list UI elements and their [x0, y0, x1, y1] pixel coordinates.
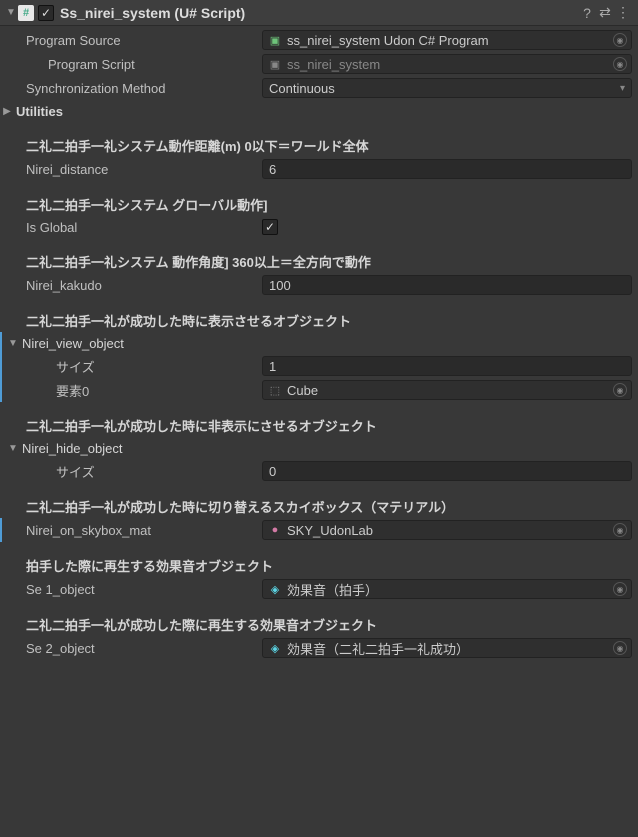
preset-icon[interactable]: ⇄ [596, 4, 614, 21]
program-source-row: Program Source ▣ ss_nirei_system Udon C#… [0, 28, 638, 52]
component-title: Ss_nirei_system (U# Script) [60, 5, 578, 21]
sync-method-row: Synchronization Method Continuous [0, 76, 638, 100]
utilities-label: Utilities [14, 104, 632, 119]
asset-icon: ▣ [269, 34, 281, 46]
global-row: Is Global [0, 216, 638, 238]
se1-header: 拍手した際に再生する効果音オブジェクト [0, 554, 638, 577]
se1-field[interactable]: ◈ 効果音（拍手） [262, 579, 632, 599]
viewobj-elem0-row: 要素0 ⬚ Cube [0, 378, 638, 402]
se2-header: 二礼二拍手一礼が成功した際に再生する効果音オブジェクト [0, 613, 638, 636]
script-asset-icon: ▣ [269, 58, 281, 70]
prefab-icon: ◈ [269, 642, 281, 654]
viewobj-foldout[interactable]: ▼ [6, 338, 20, 349]
object-picker-icon[interactable] [613, 582, 627, 596]
program-source-value: ss_nirei_system Udon C# Program [287, 33, 489, 48]
hideobj-label: Nirei_hide_object [20, 441, 632, 456]
se2-field[interactable]: ◈ 効果音（二礼二拍手一礼成功） [262, 638, 632, 658]
distance-row: Nirei_distance 6 [0, 157, 638, 181]
kakudo-header: 二礼二拍手一礼システム 動作角度] 360以上＝全方向で動作 [0, 250, 638, 273]
hideobj-header: 二礼二拍手一礼が成功した時に非表示にさせるオブジェクト [0, 414, 638, 437]
viewobj-header: 二礼二拍手一礼が成功した時に表示させるオブジェクト [0, 309, 638, 332]
context-menu-icon[interactable]: ⋮ [614, 4, 632, 21]
program-script-label: Program Script [18, 57, 262, 72]
distance-label: Nirei_distance [18, 162, 262, 177]
distance-header: 二礼二拍手一礼システム動作距離(m) 0以下＝ワールド全体 [0, 134, 638, 157]
header-foldout[interactable]: ▼ [6, 7, 18, 18]
viewobj-size-label: サイズ [48, 357, 262, 376]
viewobj-label: Nirei_view_object [20, 336, 632, 351]
utilities-foldout[interactable]: ▶ [0, 106, 14, 117]
is-global-checkbox[interactable] [262, 219, 278, 235]
se1-row: Se 1_object ◈ 効果音（拍手） [0, 577, 638, 601]
component-enable-checkbox[interactable] [38, 5, 54, 21]
se2-row: Se 2_object ◈ 効果音（二礼二拍手一礼成功） [0, 636, 638, 660]
hideobj-foldout[interactable]: ▼ [6, 443, 20, 454]
viewobj-size-row: サイズ 1 [0, 354, 638, 378]
sync-method-label: Synchronization Method [18, 81, 262, 96]
script-icon: # [18, 5, 34, 21]
skybox-label: Nirei_on_skybox_mat [18, 523, 262, 538]
global-header: 二礼二拍手一礼システム グローバル動作] [0, 193, 638, 216]
hideobj-size-row: サイズ 0 [0, 459, 638, 483]
hideobj-foldout-row[interactable]: ▼ Nirei_hide_object [0, 437, 638, 459]
viewobj-foldout-row[interactable]: ▼ Nirei_view_object [0, 332, 638, 354]
inspector-body: Program Source ▣ ss_nirei_system Udon C#… [0, 26, 638, 670]
hideobj-size-label: サイズ [48, 462, 262, 481]
program-script-value: ss_nirei_system [287, 57, 380, 72]
se2-label: Se 2_object [18, 641, 262, 656]
global-label: Is Global [18, 220, 262, 235]
object-picker-icon[interactable] [613, 57, 627, 71]
object-picker-icon[interactable] [613, 641, 627, 655]
distance-field[interactable]: 6 [262, 159, 632, 179]
viewobj-size-field[interactable]: 1 [262, 356, 632, 376]
object-picker-icon[interactable] [613, 33, 627, 47]
skybox-row: Nirei_on_skybox_mat ● SKY_UdonLab [0, 518, 638, 542]
skybox-field[interactable]: ● SKY_UdonLab [262, 520, 632, 540]
program-source-label: Program Source [18, 33, 262, 48]
hideobj-size-field[interactable]: 0 [262, 461, 632, 481]
kakudo-field[interactable]: 100 [262, 275, 632, 295]
viewobj-elem0-field[interactable]: ⬚ Cube [262, 380, 632, 400]
help-icon[interactable]: ? [578, 5, 596, 21]
utilities-row[interactable]: ▶ Utilities [0, 100, 638, 122]
object-picker-icon[interactable] [613, 383, 627, 397]
viewobj-elem0-label: 要素0 [48, 381, 262, 400]
se1-label: Se 1_object [18, 582, 262, 597]
sync-method-value: Continuous [269, 81, 335, 96]
prefab-icon: ◈ [269, 583, 281, 595]
sync-method-dropdown[interactable]: Continuous [262, 78, 632, 98]
kakudo-row: Nirei_kakudo 100 [0, 273, 638, 297]
program-script-field[interactable]: ▣ ss_nirei_system [262, 54, 632, 74]
program-script-row: Program Script ▣ ss_nirei_system [0, 52, 638, 76]
kakudo-label: Nirei_kakudo [18, 278, 262, 293]
object-picker-icon[interactable] [613, 523, 627, 537]
gameobject-icon: ⬚ [269, 384, 281, 396]
program-source-field[interactable]: ▣ ss_nirei_system Udon C# Program [262, 30, 632, 50]
material-icon: ● [269, 524, 281, 536]
component-header: ▼ # Ss_nirei_system (U# Script) ? ⇄ ⋮ [0, 0, 638, 26]
skybox-header: 二礼二拍手一礼が成功した時に切り替えるスカイボックス（マテリアル） [0, 495, 638, 518]
